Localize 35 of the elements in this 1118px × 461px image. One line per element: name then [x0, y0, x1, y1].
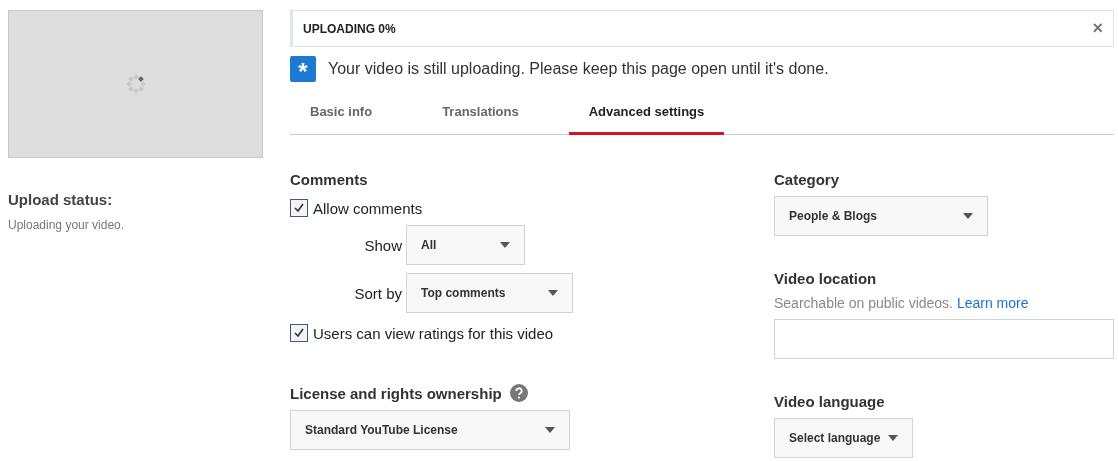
- license-dropdown[interactable]: Standard YouTube License: [290, 410, 570, 450]
- checkbox[interactable]: [290, 199, 308, 217]
- upload-status-title: Upload status:: [8, 191, 114, 208]
- upload-status-text: Uploading your video.: [8, 218, 126, 232]
- tab[interactable]: Translations: [422, 90, 539, 135]
- category-dropdown[interactable]: People & Blogs: [774, 196, 988, 236]
- caret-icon: [548, 290, 558, 296]
- notice-text: Your video is still uploading. Please keep this page open until it's done.: [328, 60, 829, 78]
- show-dropdown[interactable]: All: [406, 225, 525, 265]
- caret-icon: [888, 435, 899, 441]
- section-title: Video language: [774, 393, 886, 410]
- checkbox-label: Users can view ratings for this video: [313, 324, 554, 342]
- field-label: Sort by: [353, 284, 402, 302]
- progress-label: UPLOADING 0%: [303, 21, 397, 36]
- tab[interactable]: Basic info: [290, 90, 393, 135]
- help-icon[interactable]: [509, 384, 528, 402]
- tab[interactable]: Advanced settings: [568, 90, 725, 135]
- caret-icon: [500, 242, 510, 248]
- loading-spinner-icon: [124, 73, 147, 95]
- hint-text: Searchable on public videos. Learn more: [774, 295, 1030, 311]
- location-field[interactable]: [774, 319, 1114, 359]
- field-label: Show: [363, 236, 402, 254]
- caret-icon: [545, 427, 555, 433]
- sort-dropdown[interactable]: Top comments: [406, 273, 573, 313]
- section-title: Video location: [774, 270, 878, 287]
- checkbox[interactable]: [290, 324, 308, 342]
- caret-icon: [963, 213, 973, 219]
- section-title: Category: [774, 171, 841, 188]
- section-title: License and rights ownership: [290, 384, 502, 402]
- language-dropdown[interactable]: Select language: [774, 418, 914, 458]
- learn-more-link[interactable]: Learn more: [956, 295, 1029, 311]
- close-button[interactable]: ×: [1088, 18, 1107, 39]
- checkbox-label: Allow comments: [313, 199, 423, 217]
- asterisk-icon: *: [290, 56, 316, 82]
- section-title: Comments: [290, 171, 369, 188]
